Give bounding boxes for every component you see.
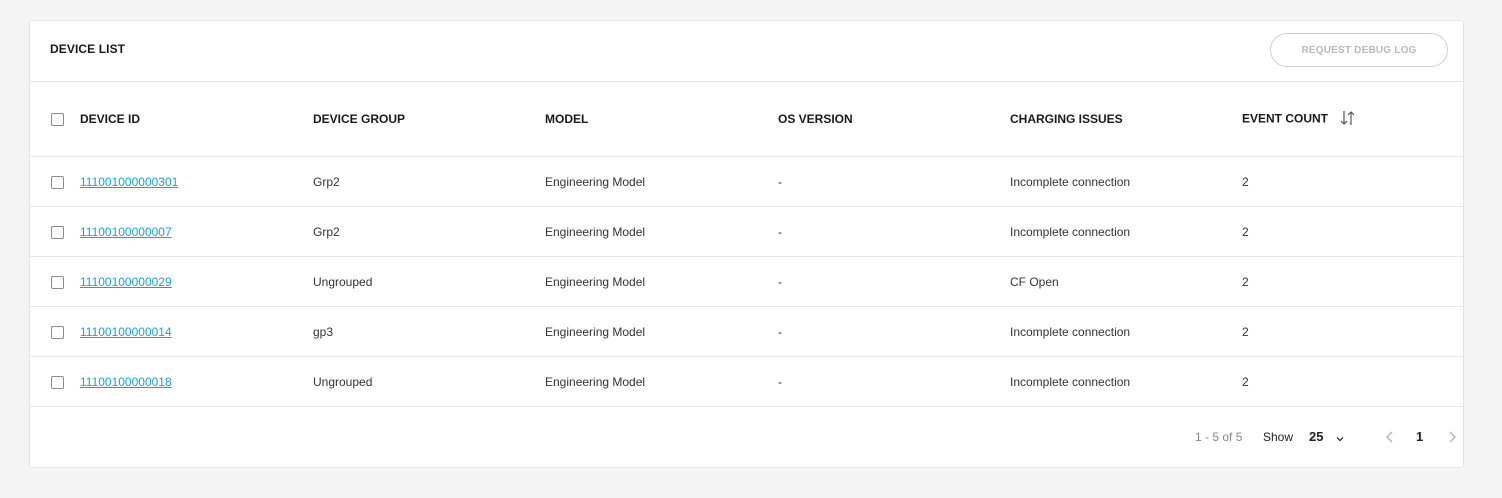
table-row: 111001000000301 Grp2 Engineering Model -…	[30, 156, 1463, 207]
model-cell: Engineering Model	[545, 306, 778, 357]
device-id-link[interactable]: 11100100000014	[80, 325, 172, 339]
os-version-cell: -	[778, 206, 1010, 257]
device-id-link[interactable]: 111001000000301	[80, 175, 178, 189]
column-header-event-count[interactable]: EVENT COUNT	[1242, 82, 1463, 157]
column-header-os-version[interactable]: OS VERSION	[778, 82, 1010, 157]
pagination-bar: 1 - 5 of 5 Show 25 1	[30, 407, 1463, 469]
chevron-down-icon[interactable]	[1335, 431, 1345, 449]
column-header-device-group[interactable]: DEVICE GROUP	[313, 82, 545, 157]
row-checkbox[interactable]	[51, 325, 64, 339]
row-checkbox[interactable]	[51, 225, 64, 239]
device-group-cell: Ungrouped	[313, 356, 545, 407]
event-count-cell: 2	[1242, 356, 1463, 407]
column-header-event-count-label: EVENT COUNT	[1242, 111, 1329, 126]
current-page-number[interactable]: 1	[1416, 429, 1423, 444]
column-header-charging-issues[interactable]: CHARGING ISSUES	[1010, 82, 1242, 157]
page-size-label: Show	[1263, 430, 1294, 444]
header-checkbox-cell	[30, 82, 80, 157]
event-count-cell: 2	[1242, 256, 1463, 307]
device-id-cell: 11100100000029	[80, 256, 313, 307]
device-id-link[interactable]: 11100100000007	[80, 225, 172, 239]
column-header-device-id[interactable]: DEVICE ID	[80, 82, 313, 157]
device-id-link[interactable]: 11100100000018	[80, 375, 172, 389]
row-checkbox-cell	[30, 256, 80, 307]
os-version-cell: -	[778, 306, 1010, 357]
event-count-cell: 2	[1242, 306, 1463, 357]
device-group-cell: gp3	[313, 306, 545, 357]
row-checkbox[interactable]	[51, 275, 64, 289]
row-checkbox-cell	[30, 356, 80, 407]
charging-issues-cell: Incomplete connection	[1010, 156, 1242, 207]
charging-issues-cell: CF Open	[1010, 256, 1242, 307]
result-range: 1 - 5 of 5	[1195, 430, 1243, 444]
device-id-cell: 11100100000007	[80, 206, 313, 257]
device-id-cell: 11100100000014	[80, 306, 313, 357]
row-checkbox[interactable]	[51, 375, 64, 389]
row-checkbox-cell	[30, 306, 80, 357]
os-version-cell: -	[778, 156, 1010, 207]
charging-issues-cell: Incomplete connection	[1010, 306, 1242, 357]
table-row: 11100100000029 Ungrouped Engineering Mod…	[30, 256, 1463, 307]
row-checkbox-cell	[30, 156, 80, 207]
chevron-left-icon[interactable]	[1384, 430, 1396, 449]
select-all-checkbox[interactable]	[51, 113, 64, 127]
column-header-model[interactable]: MODEL	[545, 82, 778, 157]
device-group-cell: Grp2	[313, 206, 545, 257]
model-cell: Engineering Model	[545, 356, 778, 407]
event-count-cell: 2	[1242, 206, 1463, 257]
model-cell: Engineering Model	[545, 156, 778, 207]
charging-issues-cell: Incomplete connection	[1010, 356, 1242, 407]
card-header: DEVICE LIST REQUEST DEBUG LOG	[30, 21, 1463, 82]
device-list-card: DEVICE LIST REQUEST DEBUG LOG DEVICE ID …	[29, 20, 1464, 468]
chevron-right-icon[interactable]	[1446, 430, 1458, 449]
sort-icon[interactable]	[1339, 109, 1357, 130]
device-id-link[interactable]: 11100100000029	[80, 275, 172, 289]
table-row: 11100100000018 Ungrouped Engineering Mod…	[30, 356, 1463, 407]
table-header-row: DEVICE ID DEVICE GROUP MODEL OS VERSION …	[30, 82, 1463, 157]
page-size-select[interactable]: 25	[1309, 429, 1323, 444]
request-debug-log-button[interactable]: REQUEST DEBUG LOG	[1270, 33, 1448, 67]
table-row: 11100100000007 Grp2 Engineering Model - …	[30, 206, 1463, 257]
os-version-cell: -	[778, 356, 1010, 407]
device-group-cell: Grp2	[313, 156, 545, 207]
device-id-cell: 11100100000018	[80, 356, 313, 407]
model-cell: Engineering Model	[545, 206, 778, 257]
device-id-cell: 111001000000301	[80, 156, 313, 207]
row-checkbox[interactable]	[51, 175, 64, 189]
page-title: DEVICE LIST	[50, 42, 126, 56]
device-table: DEVICE ID DEVICE GROUP MODEL OS VERSION …	[30, 82, 1463, 407]
event-count-cell: 2	[1242, 156, 1463, 207]
model-cell: Engineering Model	[545, 256, 778, 307]
row-checkbox-cell	[30, 206, 80, 257]
device-group-cell: Ungrouped	[313, 256, 545, 307]
charging-issues-cell: Incomplete connection	[1010, 206, 1242, 257]
table-row: 11100100000014 gp3 Engineering Model - I…	[30, 306, 1463, 357]
os-version-cell: -	[778, 256, 1010, 307]
